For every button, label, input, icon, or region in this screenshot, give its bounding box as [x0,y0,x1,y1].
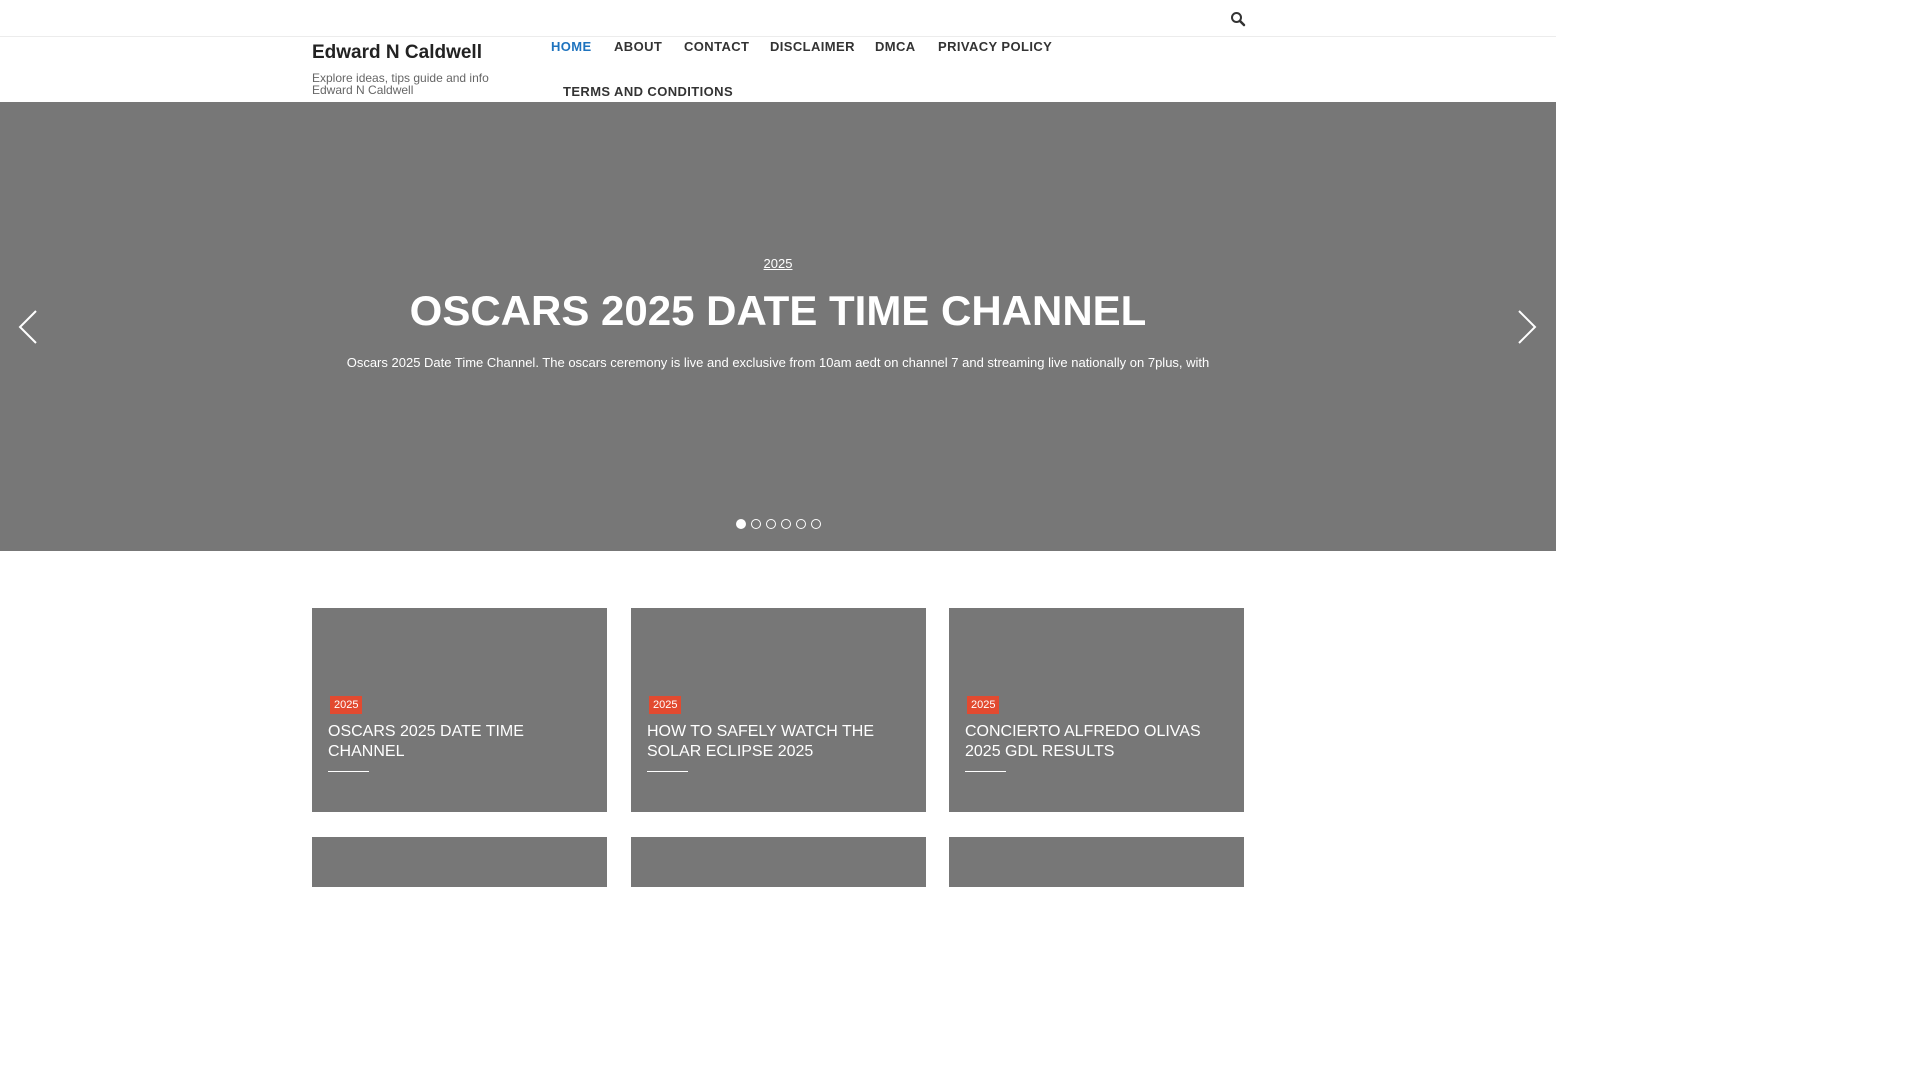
post-card-partial[interactable] [949,837,1244,887]
post-card[interactable]: 2025 OSCARS 2025 DATE TIME CHANNEL [312,608,607,812]
nav-terms-and-conditions[interactable]: TERMS AND CONDITIONS [563,84,733,100]
title-underline [328,771,369,772]
slider-dot[interactable] [751,519,761,529]
search-icon[interactable] [1229,10,1247,28]
top-bar [0,0,1556,37]
site-tagline: Explore ideas, tips guide and info Edwar… [312,71,489,97]
title-underline [647,771,688,772]
nav-disclaimer[interactable]: DISCLAIMER [770,39,855,55]
slider-pagination [736,519,821,529]
post-card-content: 2025 CONCIERTO ALFREDO OLIVAS 2025 GDL R… [965,695,1228,762]
slide-title[interactable]: OSCARS 2025 DATE TIME CHANNEL [0,287,1556,335]
title-underline [965,771,1006,772]
chevron-right-icon[interactable] [1515,307,1539,347]
slider-dot[interactable] [781,519,791,529]
slider-dot[interactable] [736,519,746,529]
post-card[interactable]: 2025 HOW TO SAFELY WATCH THE SOLAR ECLIP… [631,608,926,812]
chevron-left-icon[interactable] [16,307,40,347]
slider-dot[interactable] [796,519,806,529]
category-badge[interactable]: 2025 [330,696,363,714]
slide-category-link[interactable]: 2025 [764,256,793,271]
post-card-partial[interactable] [631,837,926,887]
featured-slider: 2025 OSCARS 2025 DATE TIME CHANNEL Oscar… [0,102,1556,551]
slider-dot[interactable] [811,519,821,529]
slider-dot[interactable] [766,519,776,529]
post-card-content: 2025 HOW TO SAFELY WATCH THE SOLAR ECLIP… [647,695,910,762]
nav-privacy-policy[interactable]: PRIVACY POLICY [938,39,1052,55]
nav-dmca[interactable]: DMCA [875,39,916,55]
post-title[interactable]: HOW TO SAFELY WATCH THE SOLAR ECLIPSE 20… [647,722,910,762]
post-card-content: 2025 OSCARS 2025 DATE TIME CHANNEL [328,695,591,762]
category-badge[interactable]: 2025 [967,696,1000,714]
slide-category: 2025 [0,255,1556,273]
post-title[interactable]: CONCIERTO ALFREDO OLIVAS 2025 GDL RESULT… [965,722,1228,762]
site-title[interactable]: Edward N Caldwell [312,42,532,64]
post-card-partial[interactable] [312,837,607,887]
post-title[interactable]: OSCARS 2025 DATE TIME CHANNEL [328,722,591,762]
slide-excerpt: Oscars 2025 Date Time Channel. The oscar… [346,355,1210,370]
nav-about[interactable]: ABOUT [614,39,662,55]
nav-home[interactable]: HOME [551,39,592,55]
site-branding: Edward N Caldwell Explore ideas, tips gu… [312,42,532,96]
nav-contact[interactable]: CONTACT [684,39,749,55]
post-card[interactable]: 2025 CONCIERTO ALFREDO OLIVAS 2025 GDL R… [949,608,1244,812]
category-badge[interactable]: 2025 [649,696,682,714]
